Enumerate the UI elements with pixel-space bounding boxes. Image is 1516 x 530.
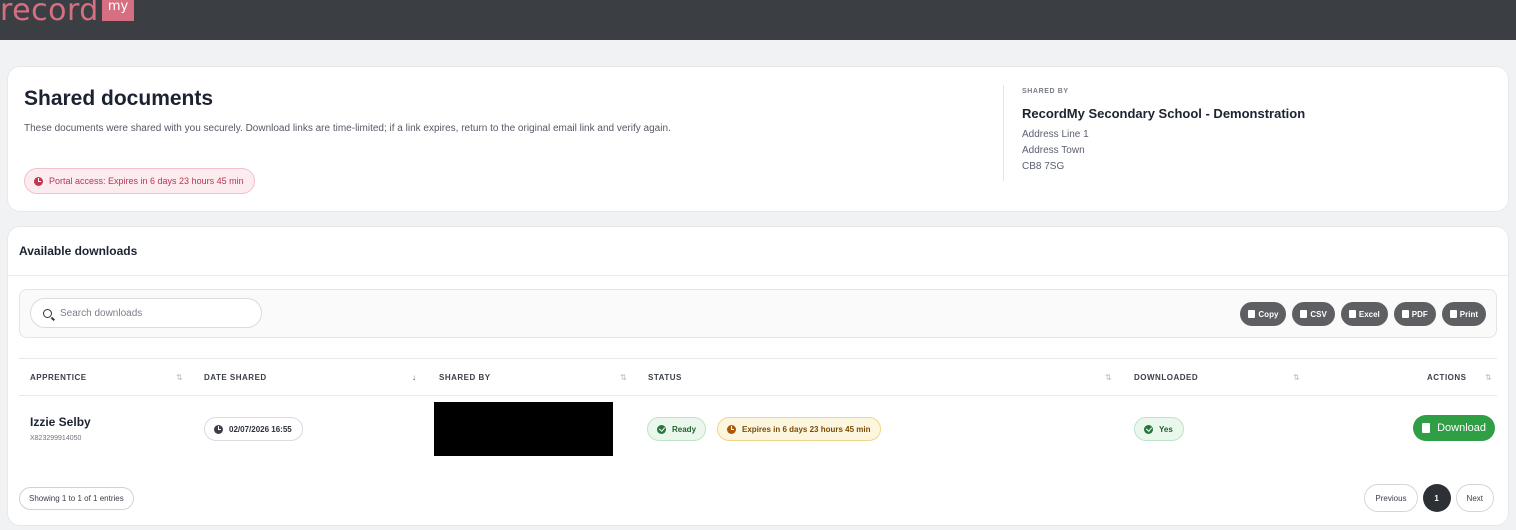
col-status[interactable]: STATUS [648,373,682,382]
print-button-label: Print [1459,309,1478,319]
col-apprentice[interactable]: APPRENTICE [30,373,87,382]
sort-icon[interactable]: ⇅ [1105,373,1112,382]
shared-documents-card: Shared documents These documents were sh… [8,67,1508,211]
col-shared-by[interactable]: SHARED BY [439,373,491,382]
page-1-button[interactable]: 1 [1422,484,1451,512]
pdf-button[interactable]: PDF [1393,302,1436,326]
file-pdf-icon [1401,310,1409,318]
search-box[interactable] [30,298,262,328]
logo-text: record [0,0,99,28]
page-description: These documents were shared with you sec… [24,123,671,134]
downloaded-badge: Yes [1134,417,1184,441]
date-shared-text: 02/07/2026 16:55 [229,424,292,434]
page-title: Shared documents [24,87,214,110]
address-postcode: CB8 7SG [1022,161,1065,172]
print-button[interactable]: Print [1441,302,1486,326]
brand-logo[interactable]: record my [0,0,135,31]
divider [1003,85,1004,181]
sort-icon[interactable]: ⇅ [1485,373,1492,382]
pagination: Previous 1 Next [1364,484,1494,512]
top-navbar: record my [0,0,1516,40]
clock-icon [727,424,736,434]
shared-by-label: SHARED BY [1022,88,1069,95]
expiry-badge: Expires in 6 days 23 hours 45 min [717,417,881,441]
redacted-shared-by [434,402,613,456]
pdf-button-label: PDF [1411,309,1428,319]
excel-button-label: Excel [1358,309,1380,319]
clock-icon [214,424,223,434]
table-header: APPRENTICE ⇅ DATE SHARED ↓ SHARED BY ⇅ S… [19,358,1497,396]
address-town: Address Town [1022,145,1085,156]
table-toolbar: Copy CSV Excel PDF Print [19,289,1497,338]
clock-icon [34,176,43,186]
expiry-text: Expires in 6 days 23 hours 45 min [742,424,871,434]
export-buttons: Copy CSV Excel PDF Print [1240,302,1486,326]
col-actions[interactable]: ACTIONS [1427,373,1467,382]
file-download-icon [1422,423,1431,433]
available-downloads-card: Available downloads Copy CSV Excel PDF [8,227,1508,525]
apprentice-name: Izzie Selby [30,415,91,429]
table-info: Showing 1 to 1 of 1 entries [19,487,134,510]
downloads-header: Available downloads [8,227,1508,276]
sort-desc-icon[interactable]: ↓ [412,373,416,382]
csv-button[interactable]: CSV [1292,302,1335,326]
shared-by-address: Address Line 1 Address Town CB8 7SG [1022,127,1089,175]
col-downloaded[interactable]: DOWNLOADED [1134,373,1198,382]
sort-icon[interactable]: ⇅ [1293,373,1300,382]
downloads-title: Available downloads [19,244,138,258]
status-text: Ready [672,424,697,434]
address-line-1: Address Line 1 [1022,129,1089,140]
search-icon [43,308,52,318]
search-input[interactable] [60,307,240,319]
sort-icon[interactable]: ⇅ [176,373,183,382]
check-circle-icon [657,424,666,434]
downloaded-text: Yes [1159,424,1173,434]
sort-icon[interactable]: ⇅ [620,373,627,382]
file-excel-icon [1348,310,1356,318]
shared-by-name: RecordMy Secondary School - Demonstratio… [1022,106,1306,121]
next-page-button[interactable]: Next [1455,484,1494,512]
copy-button[interactable]: Copy [1240,302,1287,326]
date-shared-badge: 02/07/2026 16:55 [204,417,303,441]
logo-tag: my [101,0,135,21]
file-csv-icon [1300,310,1308,318]
col-date-shared[interactable]: DATE SHARED [204,373,267,382]
printer-icon [1449,310,1457,318]
copy-icon [1248,310,1256,318]
csv-button-label: CSV [1310,309,1327,319]
check-circle-icon [1144,424,1153,434]
portal-access-text: Portal access: Expires in 6 days 23 hour… [49,176,244,186]
portal-access-badge: Portal access: Expires in 6 days 23 hour… [24,168,255,194]
excel-button[interactable]: Excel [1340,302,1388,326]
table-row: Izzie Selby X823299914050 02/07/2026 16:… [19,396,1497,466]
copy-button-label: Copy [1258,309,1279,319]
download-button[interactable]: Download [1413,415,1495,441]
download-button-label: Download [1437,422,1486,434]
apprentice-id: X823299914050 [30,435,82,442]
status-ready-badge: Ready [647,417,707,441]
previous-page-button[interactable]: Previous [1364,484,1418,512]
